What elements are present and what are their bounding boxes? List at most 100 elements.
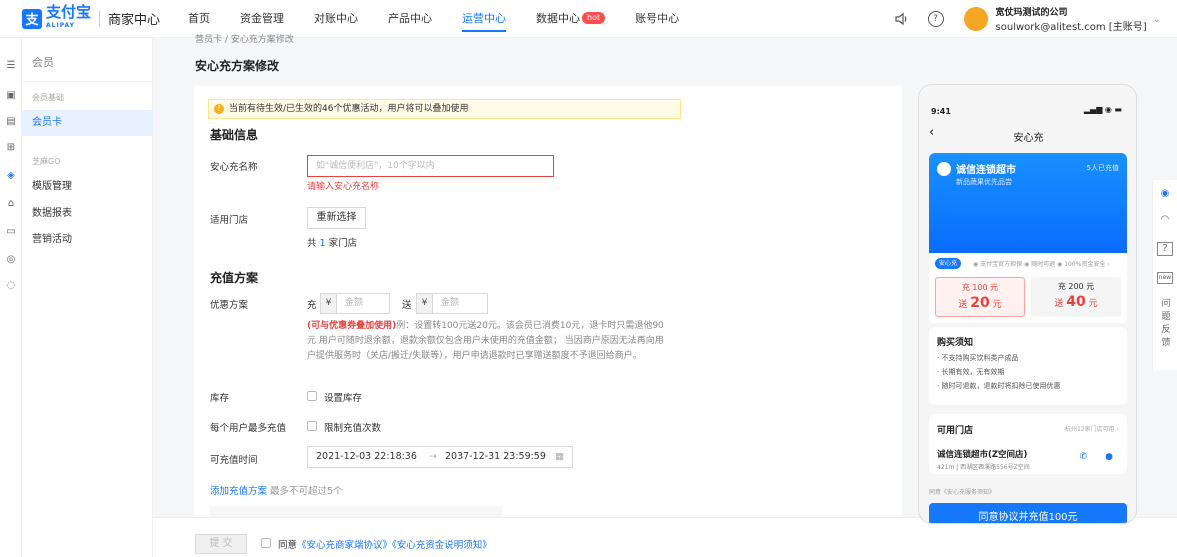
name-input[interactable]: 如"诚信便利店"，10个字以内 [307, 155, 554, 177]
sidebar-item-templates[interactable]: 模版管理 [22, 174, 153, 200]
nav-data[interactable]: 数据中心 hot [536, 0, 606, 38]
assistant-robot-icon[interactable]: ◉ [1157, 188, 1173, 199]
time-start: 2021-12-03 22:18:36 [316, 451, 417, 462]
sidebar-item-reports[interactable]: 数据报表 [22, 201, 153, 227]
currency-prefix: ¥ [321, 294, 337, 313]
top-bar: 支 支付宝 ALIPAY 商家中心 首页 资金管理 对账中心 产品中心 运营中心… [0, 0, 1177, 38]
hot-badge: hot [582, 11, 606, 24]
store-branch-name: 诚信连锁超市(Z空间店) [937, 450, 1028, 460]
help-icon[interactable]: ? [927, 11, 944, 27]
name-label: 安心充名称 [210, 162, 258, 173]
stores-more-link[interactable]: 杭州12家门店可用 › [1065, 424, 1119, 433]
account-email: soulwork@alitest.com [主账号] [995, 22, 1147, 33]
avatar[interactable] [963, 7, 988, 31]
new-icon[interactable]: new [1157, 272, 1173, 284]
alipay-logo-icon: 支 [22, 8, 42, 29]
gift-amount-input[interactable]: ¥ 金额 [416, 293, 488, 314]
recharge-cta-button[interactable]: 同意协议并充值100元 [929, 503, 1127, 523]
nav-reconciliation[interactable]: 对账中心 [314, 0, 358, 38]
menu-icon[interactable]: ☰ [0, 60, 22, 71]
agree-checkbox[interactable] [261, 538, 271, 548]
preview-agree[interactable]: 同意《安心充服务须知》 [929, 487, 995, 496]
section-recharge: 充值方案 [210, 271, 259, 285]
notes-title: 购买须知 [937, 338, 974, 348]
breadcrumb[interactable]: 营员卡 / 安心充方案修改 [195, 32, 294, 45]
add-plan-link[interactable]: 添加充值方案 [210, 486, 267, 497]
store-name: 诚信连锁超市 [956, 165, 1016, 176]
purchase-notes: 购买须知 · 不支持购买饮料类产成品 · 长期有效，无有效期 · 随时可退款，退… [929, 327, 1127, 405]
shop-icon[interactable]: ⌂ [0, 198, 22, 209]
feedback-button[interactable]: 问题反馈 [1159, 298, 1173, 350]
user-icon[interactable]: ◌ [0, 280, 22, 291]
charge-amount-input[interactable]: ¥ 金额 [320, 293, 390, 314]
nav-data-label: 数据中心 [536, 11, 581, 25]
time-label: 可充值时间 [210, 455, 258, 466]
stores-count: 共 1 家门店 [307, 238, 358, 249]
agreement-text: 同意《安心充商家端协议》《安心充资金说明须知》 [278, 540, 492, 551]
currency-prefix: ¥ [417, 294, 433, 313]
store-icon [937, 162, 951, 176]
limit-label: 每个用户最多充值 [210, 423, 287, 434]
page-title: 安心充方案修改 [195, 59, 280, 73]
available-stores: 可用门店 杭州12家门店可用 › 诚信连锁超市(Z空间店) 421m | 西湖区… [929, 414, 1127, 474]
mobile-preview: 9:41 ▂▄▆ ◉ ▬ ‹ 安心充 诚信连锁超市 新品蔬果优先品尝 5人已充值… [918, 84, 1137, 524]
guarantee-tagline[interactable]: ◉ 支付宝官方担保 ◉ 随时可退 ◉ 100%资金安全 › [973, 259, 1110, 268]
name-error: 请输入安心充名称 [307, 182, 380, 192]
nav-account[interactable]: 账号中心 [635, 0, 679, 38]
time-range-picker[interactable]: 2021-12-03 22:18:36 → 2037-12-31 23:59:5… [307, 446, 573, 468]
calendar-icon: ▦ [555, 451, 564, 462]
logo-text: 支付宝 [46, 2, 92, 21]
charge-amount-placeholder: 金额 [345, 298, 364, 308]
gift-icon[interactable]: ⊞ [0, 142, 22, 153]
note-item: · 随时可退款，退款时将扣除已使用优惠 [937, 382, 1061, 390]
plan-description: (可与优惠券叠加使用)例：设置转100元送20元。该会员已消费10元，退卡时只需… [307, 321, 664, 361]
diamond-icon[interactable]: ◈ [0, 170, 22, 181]
coupon-icon[interactable]: ◎ [0, 254, 22, 265]
floating-tools: ◉ ◠ ? new 问题反馈 [1152, 180, 1177, 370]
fund-notice-link[interactable]: 《安心充资金说明须知》 [392, 540, 492, 551]
users-count: 5人已充值 [1086, 164, 1119, 172]
card-icon[interactable]: ▭ [0, 226, 22, 237]
limit-checkbox[interactable] [307, 421, 317, 431]
plan-label: 优惠方案 [210, 300, 249, 311]
location-pin-icon[interactable]: ● [1105, 452, 1113, 462]
add-plan: 添加充值方案 最多不可超过5个 [210, 483, 343, 497]
headset-icon[interactable]: ◠ [1157, 214, 1173, 225]
reselect-stores-button[interactable]: 重新选择 [307, 207, 366, 229]
add-plan-hint: 最多不可超过5个 [270, 486, 343, 497]
offer-option-2[interactable]: 充 200 元 送 40 元 [1031, 277, 1121, 317]
logo-sub: ALIPAY [46, 21, 75, 29]
chevron-down-icon[interactable]: ⌄ [1153, 14, 1161, 25]
alipay-logo[interactable]: 支 支付宝 ALIPAY 商家中心 [22, 2, 161, 33]
sidebar-item-marketing[interactable]: 营销活动 [22, 227, 153, 253]
limit-checkbox-label[interactable]: 限制充值次数 [324, 420, 381, 434]
offer-option-1[interactable]: 充 100 元 送 20 元 [935, 277, 1025, 317]
offer-panel: 安心充 ◉ 支付宝官方担保 ◉ 随时可退 ◉ 100%资金安全 › 充 100 … [929, 253, 1127, 323]
stock-checkbox[interactable] [307, 391, 317, 401]
sidebar-title: 会员 [22, 38, 152, 82]
sidebar-item-member-card[interactable]: 会员卡 [22, 110, 153, 136]
document-icon[interactable]: ▤ [0, 116, 22, 127]
merchant-agreement-link[interactable]: 《安心充商家端协议》 [297, 540, 392, 551]
stores-label: 适用门店 [210, 215, 249, 226]
nav-operations[interactable]: 运营中心 [462, 0, 507, 38]
signal-battery-icon: ▂▄▆ ◉ ▬ [1083, 105, 1122, 114]
merchant-center-title: 商家中心 [108, 13, 161, 28]
header-right: ? 宽仗玛测试的公司 soulwork@alitest.com [主账号] ⌄ [894, 0, 1161, 38]
time-end: 2037-12-31 23:59:59 [445, 451, 546, 462]
monitor-icon[interactable]: ▣ [0, 90, 22, 101]
anxinchong-tag: 安心充 [935, 258, 962, 269]
warning-icon: ! [214, 104, 224, 114]
sidebar-group-zhima: 芝麻GO [32, 157, 61, 166]
notice-text: 当前有待生效/已生效的46个优惠活动，用户将可以叠加使用 [229, 104, 469, 114]
account-info[interactable]: 宽仗玛测试的公司 soulwork@alitest.com [主账号] [996, 5, 1147, 33]
notice-banner: ! 当前有待生效/已生效的46个优惠活动，用户将可以叠加使用 [208, 99, 681, 119]
submit-button[interactable]: 提 交 [195, 534, 247, 554]
icon-rail: ☰ ▣ ▤ ⊞ ◈ ⌂ ▭ ◎ ◌ [0, 38, 22, 557]
sidebar: 会员 会员基础 会员卡 芝麻GO 模版管理 数据报表 营销活动 [22, 38, 153, 557]
help-box-icon[interactable]: ? [1157, 242, 1173, 256]
nav-products[interactable]: 产品中心 [388, 0, 432, 38]
speaker-icon[interactable] [894, 11, 910, 27]
stock-checkbox-label[interactable]: 设置库存 [324, 390, 362, 404]
phone-icon[interactable]: ✆ [1079, 452, 1087, 462]
